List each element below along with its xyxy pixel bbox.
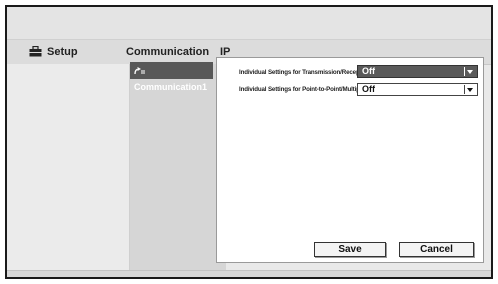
bottom-bar	[7, 270, 491, 277]
point-multipoint-select[interactable]: Off	[357, 83, 478, 96]
left-pane	[7, 64, 129, 270]
transmission-reception-value: Off	[362, 66, 375, 76]
tab-communication[interactable]: Communication	[126, 40, 209, 64]
subnav-item-label: Communication1	[134, 82, 208, 92]
settings-panel: Individual Settings for Transmission/Rec…	[216, 57, 484, 263]
cancel-button[interactable]: Cancel	[399, 242, 474, 257]
dropdown-arrow-icon[interactable]	[464, 67, 476, 76]
communication-icon	[134, 66, 145, 74]
transmission-reception-label: Individual Settings for Transmission/Rec…	[239, 69, 371, 76]
point-multipoint-label: Individual Settings for Point-to-Point/M…	[239, 86, 371, 93]
dropdown-arrow-icon[interactable]	[464, 85, 476, 94]
transmission-reception-select[interactable]: Off	[357, 65, 478, 78]
setup-title[interactable]: Setup	[47, 40, 78, 64]
title-band	[7, 7, 491, 39]
point-multipoint-value: Off	[362, 84, 375, 94]
toolbox-icon	[29, 46, 42, 57]
subnav-item-communication1[interactable]: Communication1	[130, 62, 213, 92]
save-button[interactable]: Save	[314, 242, 386, 257]
